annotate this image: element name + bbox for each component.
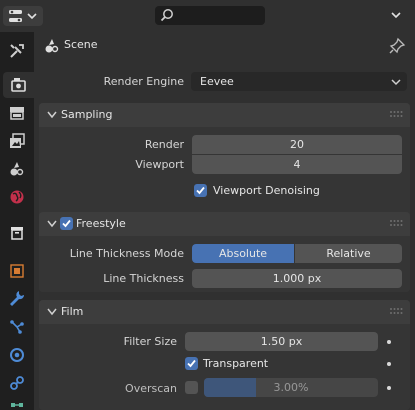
freestyle-enable-checkbox[interactable] [60,217,73,230]
filter-size-field[interactable]: 1.50 px [185,332,378,351]
line-thickness-label: Line Thickness [103,272,184,285]
tab-world[interactable] [3,184,31,210]
expand-arrow-icon [47,308,57,316]
physics-icon [10,348,24,362]
wrench-icon [10,291,25,306]
mode-relative-button[interactable]: Relative [295,244,402,263]
tab-render[interactable] [3,72,34,98]
object-icon [10,264,24,278]
render-samples-label: Render [144,138,184,151]
line-thickness-mode-label: Line Thickness Mode [69,247,184,260]
checkmark-icon [196,186,205,195]
properties-header [0,0,415,32]
film-title: Film [61,305,84,318]
search-icon [160,9,173,22]
viewport-denoising-checkbox[interactable] [194,184,207,197]
expand-arrow-icon [47,111,57,119]
viewport-denoising-label[interactable]: Viewport Denoising [213,184,320,197]
constraints-icon [10,376,24,390]
tab-object[interactable] [3,258,31,284]
drag-grip-icon[interactable] [390,220,404,226]
pin-icon[interactable] [388,37,406,55]
mode-absolute-button[interactable]: Absolute [192,244,294,263]
tab-modifiers[interactable] [3,286,31,312]
view-layer-icon [10,133,25,148]
search-input[interactable] [177,6,261,25]
tab-tool[interactable] [3,38,31,64]
tool-icon [10,44,24,58]
film-panel: Film Filter Size 1.50 px Transparent Ove… [39,300,410,410]
render-engine-value: Eevee [200,75,234,88]
properties-main: Scene Render Engine Eevee Sampling Rende… [34,32,415,410]
freestyle-body: Line Thickness Mode Absolute Relative Li… [39,236,410,292]
transparent-label[interactable]: Transparent [203,357,268,370]
sampling-title: Sampling [61,108,113,121]
freestyle-header[interactable]: Freestyle [39,212,410,236]
checkmark-icon [187,359,196,368]
freestyle-panel: Freestyle Line Thickness Mode Absolute R… [39,212,410,292]
tab-constraints[interactable] [3,370,31,396]
filter-size-label: Filter Size [123,335,177,348]
collection-icon [11,227,23,240]
keyframe-dot-icon[interactable] [387,362,391,366]
tab-output[interactable] [3,100,31,126]
data-icon [11,403,23,407]
tab-view-layer[interactable] [3,128,31,154]
drag-grip-icon[interactable] [390,308,404,314]
viewport-samples-field[interactable]: 4 [192,155,402,174]
line-thickness-field[interactable]: 1.000 px [192,269,402,288]
render-engine-dropdown[interactable]: Eevee [191,72,407,91]
overscan-value: 3.00% [273,381,309,394]
render-engine-label: Render Engine [103,75,184,88]
tab-particles[interactable] [3,314,31,340]
scene-title: Scene [64,38,98,51]
scene-context-icon [45,39,59,53]
tab-physics[interactable] [3,342,31,368]
overscan-checkbox[interactable] [185,381,198,394]
transparent-checkbox[interactable] [185,357,198,370]
checkmark-icon [62,219,71,228]
keyframe-dot-icon[interactable] [387,386,391,390]
film-header[interactable]: Film [39,300,410,324]
overscan-label: Overscan [125,382,177,395]
drag-grip-icon[interactable] [390,111,404,117]
overscan-slider[interactable]: 3.00% [204,378,378,397]
expand-arrow-icon [47,220,57,228]
properties-tabs [0,32,34,410]
chevron-down-icon [391,79,401,86]
world-icon [10,190,24,204]
output-icon [10,107,24,120]
render-icon [10,78,26,92]
tab-scene[interactable] [3,156,31,182]
film-body: Filter Size 1.50 px Transparent Overscan… [39,324,410,410]
chevron-down-icon [27,13,37,20]
scene-icon [10,162,24,176]
sampling-header[interactable]: Sampling [39,103,410,127]
particles-icon [10,320,24,334]
options-chevron-icon[interactable] [389,8,403,22]
render-samples-field[interactable]: 20 [192,135,402,154]
keyframe-dot-icon[interactable] [387,340,391,344]
editor-type-button[interactable] [3,6,43,26]
tab-collection[interactable] [3,220,31,246]
properties-editor-icon [9,10,37,22]
freestyle-title: Freestyle [76,217,126,230]
viewport-samples-label: Viewport [135,158,184,171]
search-field[interactable] [155,6,265,25]
tab-data[interactable] [3,394,31,410]
